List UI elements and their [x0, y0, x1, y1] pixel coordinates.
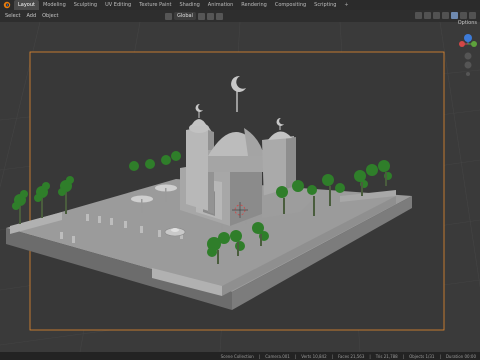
status-faces: Faces 21,563: [338, 353, 365, 359]
snap-icon[interactable]: [206, 12, 214, 20]
tab-uv-editing[interactable]: UV Editing: [101, 0, 135, 10]
transform-orientation: Global: [165, 12, 223, 20]
navigation-gizmo-icon[interactable]: [458, 28, 478, 76]
3d-viewport[interactable]: [0, 22, 480, 352]
tab-modeling[interactable]: Modeling: [39, 0, 70, 10]
tab-shading[interactable]: Shading: [175, 0, 203, 10]
tab-layout[interactable]: Layout: [14, 0, 39, 10]
add-workspace-button[interactable]: +: [340, 0, 352, 10]
status-camera: Camera.001: [265, 353, 290, 359]
fountain: [164, 227, 186, 237]
workspace-bar: Layout Modeling Sculpting UV Editing Texture…: [0, 0, 480, 10]
menu-add[interactable]: Add: [23, 13, 39, 19]
shading-controls: [415, 12, 476, 19]
shading-wire-icon[interactable]: [442, 12, 449, 19]
status-verts: Verts 10,842: [301, 353, 327, 359]
status-duration: Duration 00:00: [445, 353, 476, 359]
tab-compositing[interactable]: Compositing: [271, 0, 310, 10]
tab-texture-paint[interactable]: Texture Paint: [135, 0, 175, 10]
pivot-icon[interactable]: [197, 12, 205, 20]
tab-scripting[interactable]: Scripting: [310, 0, 340, 10]
overlay-icon[interactable]: [424, 12, 431, 19]
tab-rendering[interactable]: Rendering: [237, 0, 271, 10]
menu-select[interactable]: Select: [2, 13, 23, 19]
viewport-header: Select Add Object Global: [0, 10, 480, 22]
status-objects: Objects 1/31: [409, 353, 435, 359]
shading-material-icon[interactable]: [460, 12, 467, 19]
options-dropdown[interactable]: Options: [458, 20, 477, 26]
blender-logo-icon[interactable]: [3, 1, 11, 9]
status-collection: Scene Collection: [220, 353, 254, 359]
view-icon[interactable]: [415, 12, 422, 19]
orientation-dropdown[interactable]: Global: [174, 12, 196, 20]
shading-rendered-icon[interactable]: [469, 12, 476, 19]
status-bar: Scene Collection | Camera.001 | Verts 10,8…: [0, 352, 480, 360]
shading-solid-icon[interactable]: [451, 12, 458, 19]
orientation-icon[interactable]: [165, 12, 172, 20]
proportional-icon[interactable]: [215, 12, 223, 20]
viewport-menu: Select Add Object: [2, 10, 61, 22]
xray-icon[interactable]: [433, 12, 440, 19]
status-tris: Tris 21,788: [375, 353, 398, 359]
tab-sculpting[interactable]: Sculpting: [70, 0, 101, 10]
menu-object[interactable]: Object: [39, 13, 61, 19]
tab-animation[interactable]: Animation: [204, 0, 238, 10]
